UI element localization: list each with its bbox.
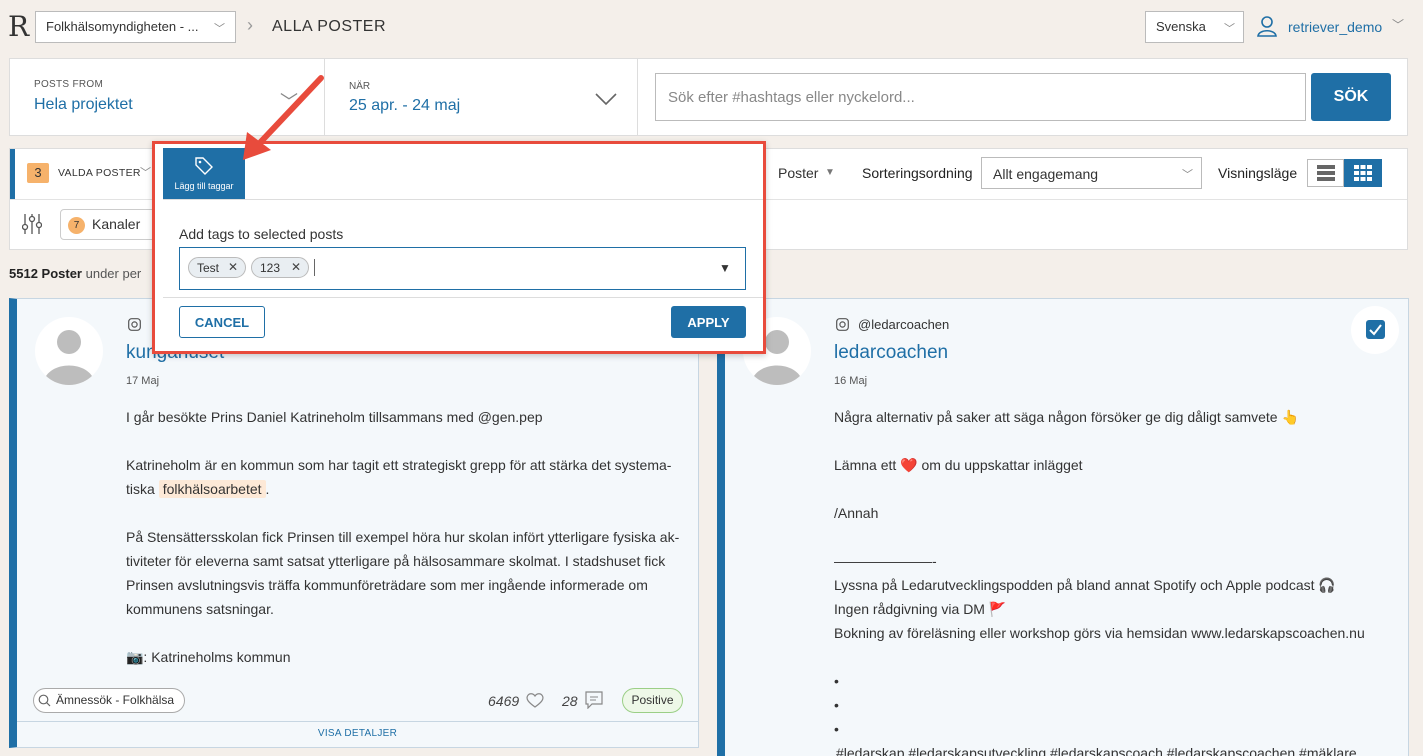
search-icon (38, 694, 51, 707)
caret-down-icon[interactable]: ▼ (825, 167, 835, 178)
post-text: Några alternativ på saker att säga någon… (834, 409, 1299, 425)
caret-down-icon[interactable]: ▼ (719, 261, 731, 275)
sort-select-value: Allt engagemang (993, 166, 1099, 182)
language-select[interactable]: Svenska ﹀ (1145, 11, 1244, 43)
tag-chip[interactable]: 123 ✕ (251, 257, 309, 278)
instagram-icon (128, 318, 141, 331)
divider (163, 199, 763, 200)
chevron-down-icon[interactable]: ﹀ (140, 164, 151, 180)
post-text: /Annah (834, 505, 879, 521)
selection-accent (10, 149, 15, 199)
bullet: • (834, 721, 839, 737)
heart-icon (526, 693, 544, 708)
tag-icon (195, 157, 213, 175)
search-button[interactable]: SÖK (1311, 73, 1391, 121)
sort-select[interactable]: Allt engagemang ﹀ (981, 157, 1202, 189)
select-post-checkbox[interactable] (1366, 320, 1385, 339)
posts-type-dropdown[interactable]: Poster (778, 165, 818, 181)
sort-label: Sorteringsordning (862, 165, 973, 181)
user-name[interactable]: retriever_demo (1288, 19, 1382, 35)
list-icon (1317, 165, 1335, 181)
selected-posts-label[interactable]: VALDA POSTER (58, 167, 141, 179)
grid-view-button[interactable] (1344, 159, 1382, 187)
close-icon[interactable]: ✕ (291, 260, 301, 274)
app-logo[interactable]: R (8, 12, 29, 42)
post-date: 16 Maj (834, 375, 868, 387)
channels-count-badge: 7 (68, 217, 85, 234)
post-text: Katrineholm är en kommun som har tagit e… (126, 453, 691, 501)
grid-icon (1354, 165, 1372, 181)
text-cursor (314, 259, 315, 276)
post-card (717, 298, 1409, 756)
close-icon[interactable]: ✕ (228, 260, 238, 274)
apply-button[interactable]: APPLY (671, 306, 746, 338)
language-value: Svenska (1156, 19, 1206, 34)
posts-from-value[interactable]: Hela projektet (34, 96, 133, 114)
chevron-down-icon[interactable] (595, 92, 617, 106)
chevron-down-icon: ﹀ (214, 23, 225, 35)
popup-title: Add tags to selected posts (179, 226, 344, 242)
tag-chip-label: Test (197, 261, 220, 275)
view-mode-label: Visningsläge (1218, 165, 1298, 181)
topic-tag[interactable]: Ämnessök - Folkhälsa (33, 688, 186, 713)
filter-sliders-icon[interactable] (22, 213, 42, 235)
user-icon[interactable] (1256, 15, 1278, 37)
chevron-down-icon: ﹀ (1224, 23, 1235, 35)
show-details-link[interactable]: VISA DETALJER (17, 728, 698, 739)
post-author[interactable]: ledarcoachen (834, 342, 948, 364)
results-count: 5512 Poster under per (9, 266, 141, 281)
post-text: På Stensättersskolan fick Prinsen till e… (126, 529, 680, 617)
divider (163, 297, 763, 298)
post-text-part: Katrineholm är en kommun som har tagit e… (126, 457, 672, 473)
post-date: 17 Maj (126, 375, 160, 387)
post-handle: @ledarcoachen (858, 317, 950, 332)
results-count-value: 5512 Poster (9, 266, 82, 281)
divider (17, 721, 698, 722)
project-select[interactable]: Folkhälsomyndigheten - ... ﹀ (35, 11, 236, 43)
chevron-down-icon[interactable]: ﹀ (1392, 16, 1404, 33)
bullet: • (834, 697, 839, 713)
posts-from-label: POSTS FROM (34, 79, 104, 90)
instagram-icon (836, 318, 849, 331)
results-count-suffix: under per (82, 266, 142, 281)
post-text: ———————- (834, 553, 937, 569)
likes-count: 6469 (488, 693, 520, 709)
comments-count: 28 (562, 693, 578, 709)
checkmark-icon (1369, 324, 1382, 336)
avatar (35, 317, 103, 385)
post-card (9, 298, 699, 748)
date-range-label: NÄR (349, 81, 371, 92)
add-tags-button-label: Lägg till taggar (174, 181, 234, 191)
page-title: ALLA POSTER (272, 18, 386, 35)
post-text: I går besökte Prins Daniel Katrineholm t… (126, 409, 543, 425)
tag-chip-label: 123 (260, 261, 281, 275)
post-hashtags: #ledarskap #ledarskapsutveckling #ledars… (836, 745, 1357, 756)
project-select-value: Folkhälsomyndigheten - ... (46, 19, 199, 34)
post-text: Bokning av föreläsning eller workshop gö… (834, 625, 1365, 641)
selected-count-badge: 3 (27, 163, 49, 183)
post-text-part: tiska (126, 481, 155, 497)
divider (637, 59, 638, 135)
date-range-value[interactable]: 25 apr. - 24 maj (349, 97, 460, 115)
sentiment-badge: Positive (622, 688, 683, 713)
search-input[interactable] (655, 73, 1306, 121)
breadcrumb-separator-icon: › (247, 15, 253, 35)
person-placeholder-icon (43, 330, 95, 385)
chevron-down-icon: ﹀ (1182, 169, 1193, 181)
post-text: Lyssna på Ledarutvecklingspodden på blan… (834, 577, 1336, 593)
post-text: 📷: Katrineholms kommun (126, 649, 291, 665)
post-text: Ingen rådgivning via DM 🚩 (834, 601, 1007, 617)
channels-label[interactable]: Kanaler (92, 216, 140, 232)
comment-icon (585, 691, 603, 709)
post-text-part: . (265, 481, 270, 497)
tag-chip[interactable]: Test ✕ (188, 257, 246, 278)
keyword-highlight: folkhälsoarbetet (158, 480, 266, 498)
annotation-arrow-icon (243, 75, 324, 160)
list-view-button[interactable] (1307, 159, 1344, 187)
cancel-button[interactable]: CANCEL (179, 306, 265, 338)
post-text: Lämna ett ❤️ om du uppskattar inlägget (834, 457, 1083, 473)
bullet: • (834, 673, 839, 689)
